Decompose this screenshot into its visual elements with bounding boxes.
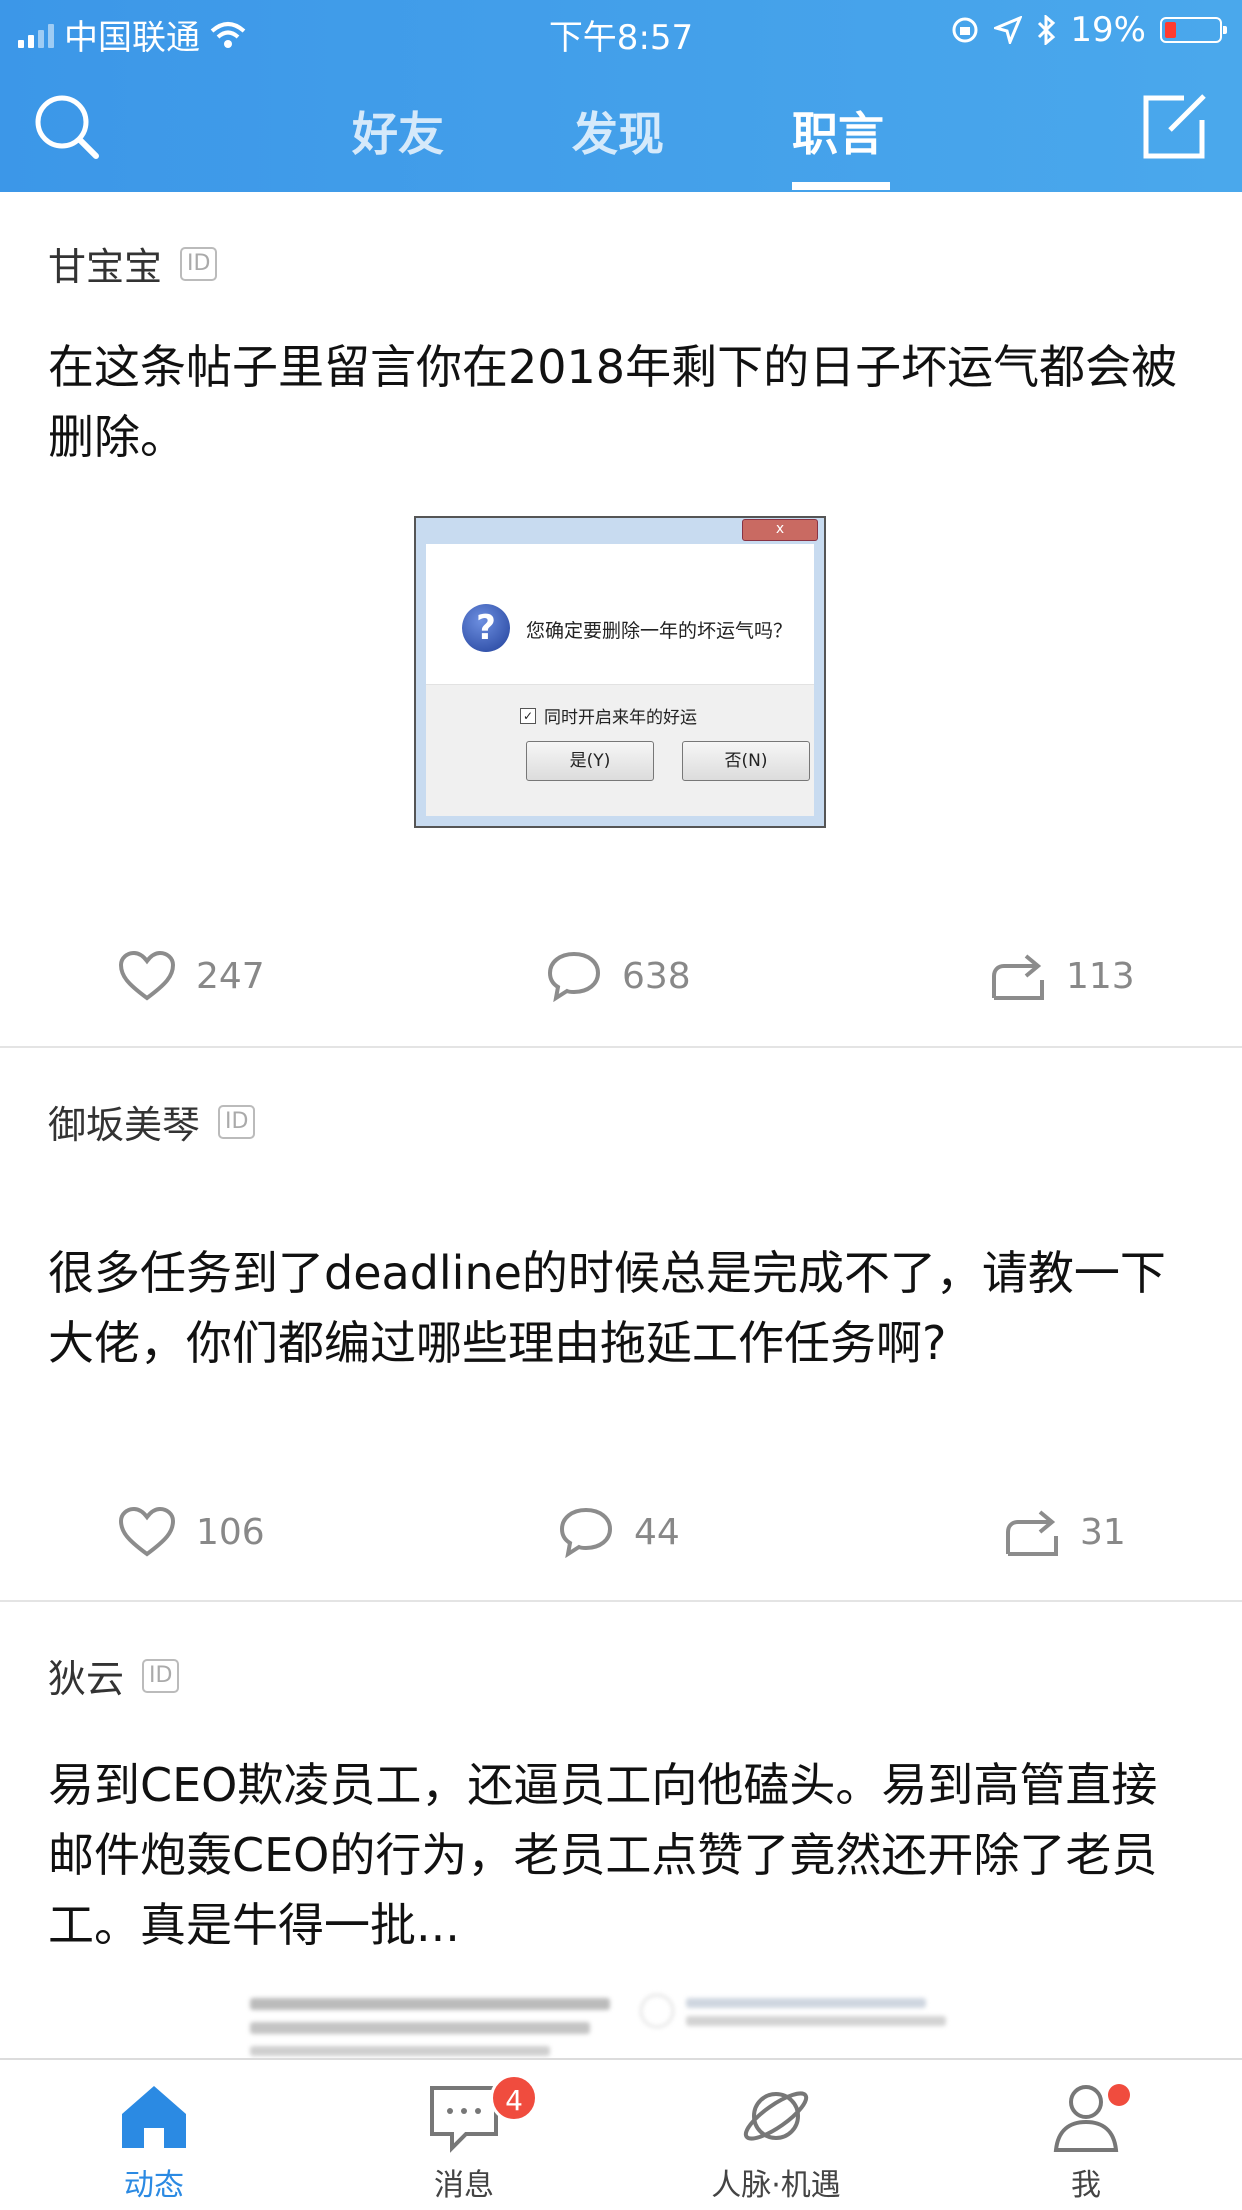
checkbox-label: 同时开启来年的好运 [544,708,697,728]
dialog-no-button: 否(N) [682,741,810,781]
tab-workplace[interactable]: 职言 [792,98,884,164]
author-name[interactable]: 狄云 [48,1648,124,1703]
compose-icon[interactable] [1140,92,1210,162]
blurred-avatar [640,1994,674,2028]
share-button[interactable]: 31 [1004,1506,1126,1558]
top-nav: 好友 发现 职言 [0,62,1242,192]
post-content[interactable]: 在这条帖子里留言你在2018年剩下的日子坏运气都会被删除。 [48,332,1198,472]
post-actions: 247 638 113 [0,950,1242,1030]
author-name[interactable]: 甘宝宝 [48,236,162,291]
author-name[interactable]: 御坂美琴 [48,1094,200,1149]
post-content[interactable]: 易到CEO欺凌员工，还逼员工向他磕头。易到高管直接邮件炮轰CEO的行为，老员工点… [48,1750,1198,1960]
planet-icon [743,2091,809,2141]
like-button[interactable]: 247 [118,950,265,1002]
post-card[interactable]: 御坂美琴 ID 很多任务到了deadline的时候总是完成不了，请教一下大佬，你… [0,1048,1242,1602]
battery-icon [1160,17,1227,43]
comment-button[interactable]: 44 [558,1506,680,1558]
dialog-close-icon: x [742,519,818,541]
comment-count: 44 [634,1511,680,1553]
tab-me[interactable]: 我 [986,2078,1186,2204]
home-icon [122,2086,186,2148]
notification-dot [1108,2084,1130,2106]
share-icon [992,954,1044,1000]
blurred-text-line [250,1998,610,2010]
post-author[interactable]: 御坂美琴 ID [48,1094,256,1149]
tab-friends[interactable]: 好友 [352,98,444,164]
share-icon [1006,1510,1058,1556]
location-icon [994,16,1023,44]
comment-count: 638 [622,955,691,997]
app-header: 中国联通 下午8:57 19% 好友 发现 职言 [0,0,1242,192]
tab-discover[interactable]: 发现 [572,98,664,164]
question-icon: ? [462,604,510,652]
bluetooth-icon [1038,15,1056,45]
comment-icon [547,951,601,1002]
share-count: 31 [1080,1511,1126,1553]
comment-button[interactable]: 638 [546,950,691,1002]
message-count-badge: 4 [490,2074,538,2122]
tab-network-label: 人脉·机遇 [711,2168,841,2203]
share-count: 113 [1066,955,1135,997]
tab-network[interactable]: 人脉·机遇 [676,2078,876,2204]
active-tab-indicator [792,182,890,190]
post-content[interactable]: 很多任务到了deadline的时候总是完成不了，请教一下大佬，你们都编过哪些理由… [48,1238,1198,1378]
dialog-body: ? 您确定要删除一年的坏运气吗？ ✓ 同时开启来年的好运 是(Y) 否(N) [426,544,814,816]
dialog-footer: ✓ 同时开启来年的好运 是(Y) 否(N) [426,684,814,816]
tab-me-label: 我 [1071,2168,1101,2203]
blurred-text-line [250,2022,590,2034]
post-card[interactable]: 甘宝宝 ID 在这条帖子里留言你在2018年剩下的日子坏运气都会被删除。 x ?… [0,192,1242,1048]
status-right: 19% [950,10,1227,50]
share-button[interactable]: 113 [990,950,1135,1002]
blurred-text-line [250,2046,550,2056]
id-badge: ID [142,1658,180,1693]
heart-icon [118,1506,176,1557]
tab-feed-label: 动态 [124,2168,184,2203]
comment-icon [559,1507,613,1558]
dialog-checkbox: ✓ 同时开启来年的好运 [520,703,697,728]
post-author[interactable]: 甘宝宝 ID [48,236,218,291]
bottom-tab-bar: 动态 消息 4 人脉·机遇 我 [0,2058,1242,2210]
dialog-message: 您确定要删除一年的坏运气吗？ [526,620,793,642]
id-badge: ID [180,246,218,281]
search-icon[interactable] [32,92,102,162]
orientation-lock-icon [952,17,978,43]
battery-percent: 19% [1070,10,1146,50]
like-button[interactable]: 106 [118,1506,265,1558]
post-author[interactable]: 狄云 ID [48,1648,180,1703]
id-badge: ID [218,1104,256,1139]
like-count: 106 [196,1511,265,1553]
post-actions: 106 44 31 [0,1506,1242,1586]
blurred-text-line [686,2016,946,2026]
checkbox-icon: ✓ [520,707,536,724]
post-image[interactable]: x ? 您确定要删除一年的坏运气吗？ ✓ 同时开启来年的好运 是(Y) 否(N) [414,516,826,828]
dialog-yes-button: 是(Y) [526,741,654,781]
tab-feed[interactable]: 动态 [54,2078,254,2204]
post-image-blurred[interactable] [250,1990,990,2060]
heart-icon [118,950,176,1001]
status-bar: 中国联通 下午8:57 19% [0,0,1242,62]
tab-messages-label: 消息 [434,2168,494,2203]
like-count: 247 [196,955,265,997]
blurred-text-line [686,1998,926,2008]
